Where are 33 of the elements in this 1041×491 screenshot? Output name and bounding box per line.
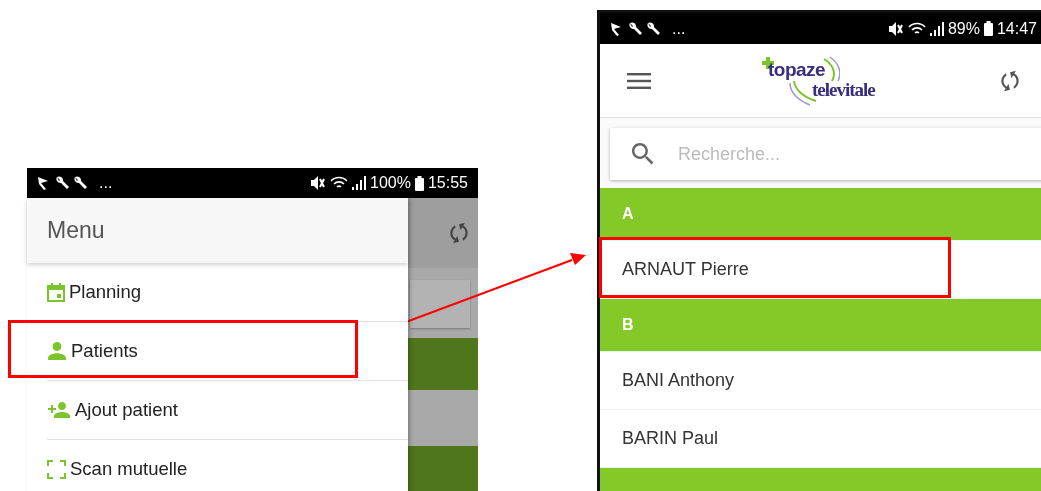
battery-icon [414,175,424,191]
menu-icon[interactable] [627,72,651,89]
logo-text: topaze [768,58,826,81]
menu-title: Menu [47,217,105,244]
logo-text: televitale [812,78,875,101]
search-field[interactable]: Recherche... [610,128,1041,180]
mute-icon [310,176,327,190]
dimmed-list-band [408,445,478,491]
battery-percentage: 89% [947,19,980,38]
section-header: A [600,188,1041,241]
status-time: 14:47 [996,19,1037,38]
menu-item[interactable]: Ajout patient [27,381,408,439]
mute-icon [887,21,904,36]
section-header: B [600,299,1041,352]
person-add-icon [47,400,71,420]
dimmed-list-band [408,337,478,390]
person-icon [47,341,67,361]
status-time: 15:55 [427,174,468,192]
battery-icon [983,21,993,36]
wifi-icon [907,21,926,36]
search-icon [632,143,654,165]
menu-item[interactable]: Planning [27,263,408,321]
battery-percentage: 100% [370,174,411,192]
scan-frame-icon [47,459,66,479]
wifi-icon [330,176,349,190]
status-ellipsis: ... [99,175,113,191]
signal-icon [352,176,367,190]
status-ellipsis: ... [672,20,686,37]
signal-icon [929,21,944,36]
patient-row[interactable]: BANI Anthony [600,352,1041,410]
calendar-icon [47,282,65,302]
menu-item[interactable]: Scan mutuelle [27,440,408,491]
menu-item[interactable]: Patients [27,322,408,380]
